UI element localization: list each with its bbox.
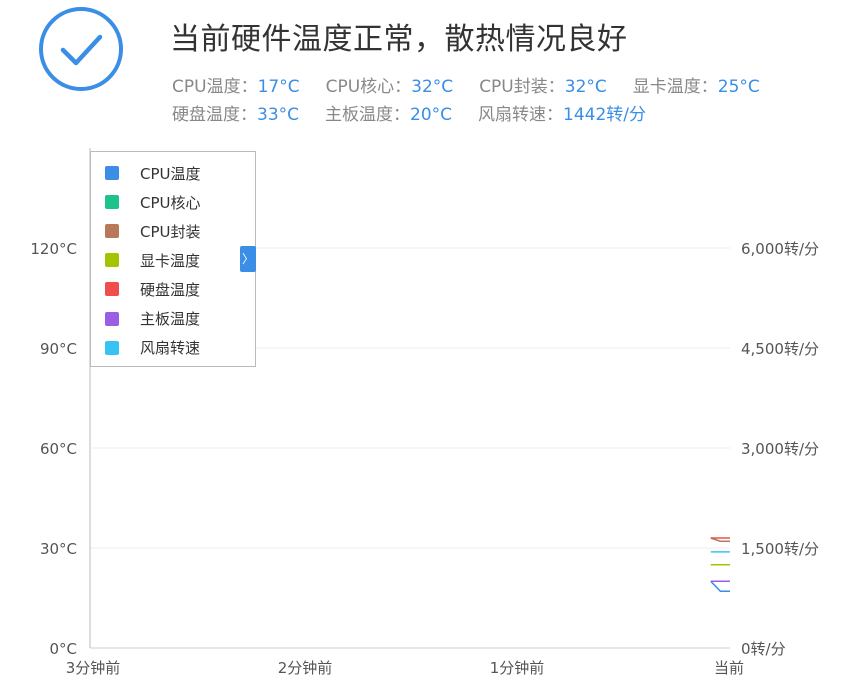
legend-swatch bbox=[105, 195, 119, 210]
legend-item[interactable]: 主板温度 bbox=[105, 309, 200, 329]
legend-item[interactable]: CPU封装 bbox=[105, 221, 201, 241]
legend-label: 主板温度 bbox=[140, 310, 201, 328]
legend-label: CPU封装 bbox=[140, 222, 201, 241]
legend-swatch bbox=[105, 253, 119, 268]
chart-legend: CPU温度 CPU核心 CPU封装显卡温度硬盘温度主板温度风扇转速 bbox=[90, 151, 256, 367]
x-tick-label: 当前 bbox=[714, 659, 744, 677]
x-tick-label: 2分钟前 bbox=[278, 659, 333, 677]
x-tick-label: 1分钟前 bbox=[490, 659, 545, 677]
legend-label: 显卡温度 bbox=[140, 251, 201, 270]
y-right-tick-label: 6,000转/分 bbox=[741, 240, 819, 258]
legend-item[interactable]: 硬盘温度 bbox=[105, 279, 200, 299]
legend-item[interactable]: 显卡温度 bbox=[105, 250, 200, 270]
y-right-tick-label: 0转/分 bbox=[741, 640, 786, 658]
y-left-tick-label: 120°C bbox=[30, 240, 77, 258]
y-left-tick-label: 90°C bbox=[40, 340, 77, 358]
y-right-tick-label: 1,500转/分 bbox=[741, 540, 819, 558]
legend-swatch bbox=[105, 311, 119, 326]
legend-item[interactable]: CPU核心 bbox=[105, 192, 201, 212]
y-left-tick-label: 60°C bbox=[40, 440, 77, 458]
legend-label: CPU温度 bbox=[140, 164, 201, 183]
legend-label: 风扇转速 bbox=[140, 339, 201, 358]
legend-label: CPU核心 bbox=[140, 193, 201, 212]
legend-collapse-button[interactable]: 〉 bbox=[240, 246, 256, 272]
y-left-tick-label: 30°C bbox=[40, 540, 77, 558]
legend-swatch bbox=[105, 340, 119, 355]
legend-swatch bbox=[105, 282, 119, 297]
legend-swatch bbox=[105, 166, 119, 180]
y-right-tick-label: 4,500转/分 bbox=[741, 340, 819, 358]
y-right-tick-label: 3,000转/分 bbox=[741, 440, 819, 458]
series-line bbox=[710, 580, 730, 593]
legend-item[interactable]: CPU温度 bbox=[105, 163, 201, 183]
legend-swatch bbox=[105, 224, 119, 239]
legend-item[interactable]: 风扇转速 bbox=[105, 338, 200, 358]
x-tick-label: 3分钟前 bbox=[66, 659, 121, 677]
y-left-tick-label: 0°C bbox=[49, 640, 77, 658]
legend-label: 硬盘温度 bbox=[140, 280, 201, 299]
chevron-right-icon: 〉 bbox=[241, 252, 254, 266]
